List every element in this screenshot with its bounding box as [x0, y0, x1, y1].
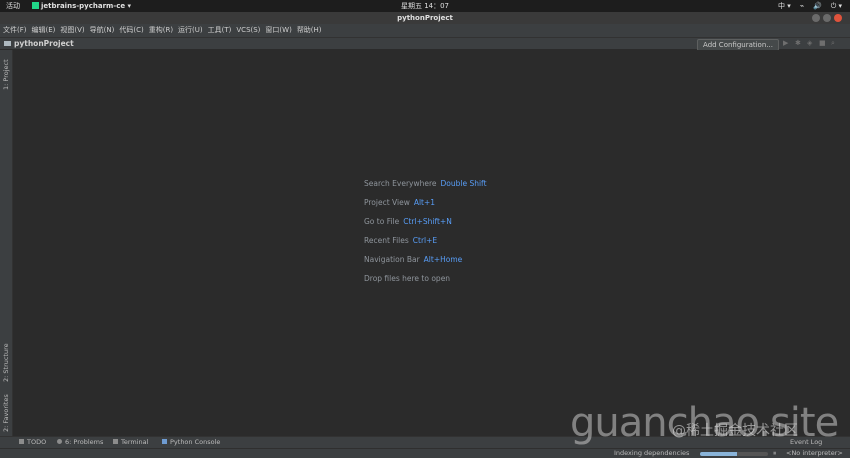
menu-bar: 文件(F) 编辑(E) 视图(V) 导航(N) 代码(C) 重构(R) 运行(U…	[0, 24, 850, 37]
coverage-icon[interactable]: ◈	[807, 40, 814, 47]
run-toolbar: ▶ ✱ ◈ ■ ⌕	[783, 40, 838, 47]
hint-shortcut: Alt+1	[413, 198, 436, 207]
progress-fill	[700, 452, 738, 456]
activities-button[interactable]: 活动	[6, 0, 20, 12]
breadcrumb-project-label: pythonProject	[14, 39, 74, 48]
hint-go-to-file: Go to File Ctrl+Shift+N	[364, 217, 487, 236]
power-icon[interactable]: ⏻ ▾	[831, 0, 842, 12]
tab-favorites-label: 2: Favorites	[2, 394, 10, 432]
hint-label: Project View	[364, 198, 410, 207]
folder-icon	[4, 41, 11, 46]
tab-terminal-label: Terminal	[121, 438, 149, 446]
debug-icon[interactable]: ✱	[795, 40, 802, 47]
app-menu[interactable]: jetbrains-pycharm-ce ▾	[32, 0, 131, 12]
hint-label: Search Everywhere	[364, 179, 437, 188]
tab-problems[interactable]: 6: Problems	[57, 437, 103, 448]
menu-help[interactable]: 帮助(H)	[297, 24, 322, 37]
breadcrumb-project[interactable]: pythonProject	[4, 38, 74, 50]
python-icon	[162, 439, 167, 444]
menu-run[interactable]: 运行(U)	[178, 24, 203, 37]
interpreter-selector[interactable]: <No interpreter>	[786, 449, 843, 458]
close-button[interactable]	[834, 14, 842, 22]
hint-shortcut: Ctrl+Shift+N	[403, 217, 452, 226]
hint-shortcut: Alt+Home	[423, 255, 463, 264]
system-tray[interactable]: 中 ▾ ⌁ 🔊 ⏻ ▾	[778, 0, 842, 12]
left-tool-strip: 1: Project 2: Structure 2: Favorites	[0, 50, 13, 436]
tab-python-console-label: Python Console	[170, 438, 221, 446]
tab-todo-label: TODO	[27, 438, 47, 446]
menu-file[interactable]: 文件(F)	[3, 24, 27, 37]
stop-icon[interactable]: ■	[819, 40, 826, 47]
run-icon[interactable]: ▶	[783, 40, 790, 47]
hint-label: Go to File	[364, 217, 400, 226]
tab-project[interactable]: 1: Project	[0, 54, 13, 94]
tab-structure[interactable]: 2: Structure	[0, 342, 13, 384]
tab-project-label: 1: Project	[2, 59, 10, 90]
menu-tools[interactable]: 工具(T)	[208, 24, 232, 37]
volume-icon[interactable]: 🔊	[813, 0, 822, 12]
window-controls	[812, 14, 842, 22]
hint-navigation-bar: Navigation Bar Alt+Home	[364, 255, 487, 274]
window-title: pythonProject	[397, 14, 453, 22]
maximize-button[interactable]	[823, 14, 831, 22]
tab-problems-label: 6: Problems	[65, 438, 104, 446]
tab-structure-label: 2: Structure	[2, 343, 10, 382]
menu-edit[interactable]: 编辑(E)	[32, 24, 56, 37]
pycharm-icon	[32, 2, 39, 9]
hint-label: Recent Files	[364, 236, 409, 245]
pause-icon[interactable]: ⏸	[773, 449, 776, 458]
editor-hints: Search Everywhere Double Shift Project Vi…	[364, 179, 487, 293]
hint-recent-files: Recent Files Ctrl+E	[364, 236, 487, 255]
tab-python-console[interactable]: Python Console	[162, 437, 220, 448]
hint-search-everywhere: Search Everywhere Double Shift	[364, 179, 487, 198]
navigation-bar: pythonProject Add Configuration... ▶ ✱ ◈…	[0, 37, 850, 51]
indexing-status: Indexing dependencies	[614, 449, 690, 457]
tab-favorites[interactable]: 2: Favorites	[0, 390, 13, 434]
menu-view[interactable]: 视图(V)	[60, 24, 84, 37]
tab-terminal[interactable]: Terminal	[113, 437, 148, 448]
list-icon	[19, 439, 24, 444]
hint-drop-files: Drop files here to open	[364, 274, 487, 293]
indexing-progress-bar	[700, 452, 768, 456]
terminal-icon	[113, 439, 118, 444]
menu-navigate[interactable]: 导航(N)	[90, 24, 115, 37]
menu-window[interactable]: 窗口(W)	[265, 24, 291, 37]
window-title-bar: pythonProject	[0, 12, 850, 24]
hint-shortcut: Ctrl+E	[412, 236, 438, 245]
input-method-indicator[interactable]: 中 ▾	[778, 0, 791, 12]
minimize-button[interactable]	[812, 14, 820, 22]
search-icon[interactable]: ⌕	[831, 40, 838, 47]
hint-project-view: Project View Alt+1	[364, 198, 487, 217]
network-icon[interactable]: ⌁	[800, 0, 804, 12]
system-top-bar: 活动 jetbrains-pycharm-ce ▾ 星期五 14：07 中 ▾ …	[0, 0, 850, 12]
tab-todo[interactable]: TODO	[19, 437, 46, 448]
status-bar: Indexing dependencies ⏸ <No interpreter>	[0, 448, 850, 458]
app-menu-label: jetbrains-pycharm-ce ▾	[41, 2, 132, 10]
watermark-secondary: @稀土掘金技术社区	[672, 423, 798, 439]
warning-icon	[57, 439, 62, 444]
hint-shortcut: Double Shift	[440, 179, 487, 188]
menu-vcs[interactable]: VCS(S)	[236, 24, 260, 37]
menu-refactor[interactable]: 重构(R)	[149, 24, 173, 37]
hint-label: Navigation Bar	[364, 255, 420, 264]
menu-code[interactable]: 代码(C)	[119, 24, 143, 37]
hint-label: Drop files here to open	[364, 274, 451, 283]
